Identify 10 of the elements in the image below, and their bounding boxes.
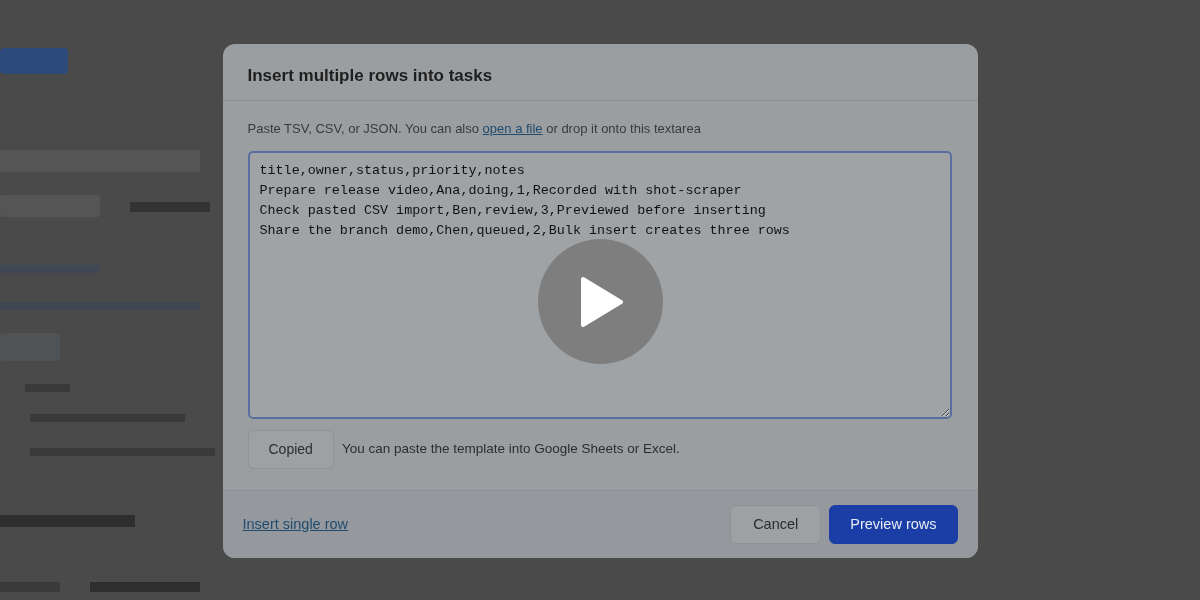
play-icon: [578, 276, 623, 327]
data-textarea[interactable]: title,owner,status,priority,notes Prepare release video,Ana,doing,1,Recorded with shot-scraper Check pasted CSV import,Ben,review,3,Previewed before inserting Share the branch demo,Chen,queued,2,Bulk insert creates three rows: [247, 150, 952, 419]
dialog-title: Insert multiple rows into tasks: [247, 66, 494, 87]
preview-rows-button[interactable]: Preview rows: [829, 504, 958, 545]
copied-button[interactable]: Copied: [247, 429, 334, 469]
instructions-text: Paste TSV, CSV, or JSON. You can also open a file or drop it onto this textarea: [247, 120, 702, 139]
open-file-link[interactable]: open a file: [482, 121, 543, 137]
template-note: You can paste the template into Google Sheets or Excel.: [341, 440, 680, 459]
insert-single-row-link[interactable]: Insert single row: [242, 513, 349, 536]
cancel-button[interactable]: Cancel: [730, 504, 822, 545]
